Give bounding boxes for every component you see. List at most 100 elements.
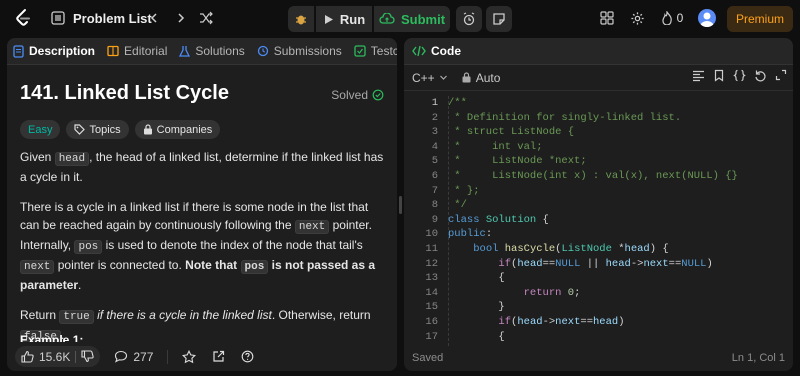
editor-status-bar: Saved Ln 1, Col 1	[404, 345, 793, 371]
companies-tag[interactable]: Companies	[134, 120, 221, 139]
run-label: Run	[339, 11, 366, 27]
code-text: * ListNode *next;	[448, 155, 587, 168]
line-number: 5	[431, 155, 438, 168]
comments-button[interactable]: 277	[114, 350, 153, 364]
inline-code: next	[294, 220, 330, 234]
streak-counter[interactable]: 0	[657, 8, 687, 28]
text-run: .	[78, 278, 82, 292]
align-left-icon	[692, 69, 705, 82]
line-number: 9	[431, 213, 438, 226]
tag-icon	[74, 124, 86, 135]
star-icon	[182, 349, 197, 364]
expand-button[interactable]	[775, 69, 787, 82]
cursor-position: Ln 1, Col 1	[731, 352, 785, 364]
tab-editorial[interactable]: Editorial	[101, 38, 173, 65]
previous-problem-button[interactable]	[144, 8, 164, 28]
auto-mode-toggle[interactable]: Auto	[462, 71, 500, 85]
layout-button[interactable]	[597, 8, 617, 28]
shuffle-icon	[199, 11, 213, 25]
code-text: * };	[448, 184, 480, 197]
language-select[interactable]: C++	[412, 71, 448, 85]
gear-icon	[630, 11, 645, 26]
topics-tag[interactable]: Topics	[66, 120, 129, 139]
cloud-upload-icon	[379, 13, 395, 25]
line-number: 15	[425, 301, 438, 314]
check-circle-icon	[372, 89, 384, 101]
grid-layout-icon	[600, 11, 614, 25]
code-text: {	[448, 272, 505, 285]
settings-button[interactable]	[627, 8, 647, 28]
submit-button[interactable]: Submit	[374, 6, 450, 32]
like-button[interactable]: 15.6K	[21, 350, 70, 364]
line-number: 8	[431, 199, 438, 212]
timer-button[interactable]	[456, 6, 482, 32]
notes-button[interactable]	[486, 6, 512, 32]
random-problem-button[interactable]	[196, 8, 216, 28]
tab-solutions[interactable]: Solutions	[173, 38, 250, 65]
editor-scrollbar[interactable]	[785, 96, 791, 346]
line-number: 2	[431, 111, 438, 124]
code-text: * int val;	[448, 140, 543, 153]
problem-list-button[interactable]: Problem List	[51, 8, 152, 28]
solved-label: Solved	[331, 88, 368, 102]
braces-button[interactable]	[733, 69, 746, 82]
tab-description[interactable]: Description	[7, 38, 101, 65]
tab-description-label: Description	[29, 44, 96, 58]
save-status: Saved	[412, 352, 444, 364]
user-avatar[interactable]	[698, 9, 716, 27]
tab-submissions-label: Submissions	[273, 44, 342, 58]
code-text: */	[448, 199, 467, 212]
description-panel: Description Editorial Solutions Submissi…	[7, 38, 397, 371]
problem-title: 141. Linked List Cycle	[20, 82, 229, 104]
bug-icon	[294, 12, 308, 26]
bookmark-icon	[713, 69, 725, 82]
premium-button[interactable]: Premium	[727, 6, 793, 32]
code-text: return 0;	[523, 286, 581, 299]
difficulty-badge: Easy	[20, 120, 61, 139]
leetcode-logo-icon[interactable]	[13, 8, 33, 28]
footer-divider	[167, 349, 169, 364]
line-number: 3	[431, 126, 438, 139]
next-problem-button[interactable]	[171, 8, 191, 28]
line-number: 12	[425, 257, 438, 270]
help-button[interactable]	[241, 350, 254, 363]
question-circle-icon	[241, 350, 254, 363]
line-number: 4	[431, 140, 438, 153]
line-number: 6	[431, 170, 438, 182]
thumbs-down-icon	[81, 350, 95, 363]
code-panel: Code C++ Auto 1 /** 2 * Definition for si…	[404, 38, 793, 371]
debug-button[interactable]	[288, 6, 314, 32]
tab-testcase-label: Testcas	[370, 44, 397, 58]
share-button[interactable]	[212, 350, 225, 363]
chevron-down-icon	[439, 73, 448, 82]
description-paragraph: Given head, the head of a linked list, d…	[20, 148, 385, 186]
alarm-clock-icon	[462, 12, 476, 26]
code-text: /**	[448, 97, 467, 109]
reset-button[interactable]	[754, 69, 767, 82]
line-number: 10	[425, 228, 438, 241]
run-button[interactable]: Run	[316, 6, 372, 32]
chevron-left-icon	[148, 12, 160, 24]
format-button[interactable]	[692, 69, 705, 82]
comment-icon	[114, 350, 128, 363]
code-text: * ListNode(int x) : val(x), next(NULL) {…	[448, 170, 738, 182]
text-run: is used to denote the index of the node …	[102, 238, 363, 252]
editor-toolbar: C++ Auto	[404, 65, 793, 91]
tab-editorial-label: Editorial	[124, 44, 168, 58]
favorite-button[interactable]	[182, 349, 197, 364]
tab-testcase[interactable]: Testcas	[348, 38, 397, 65]
comment-count: 277	[133, 349, 154, 364]
code-text: if(head==NULL || head->next==NULL)	[498, 257, 713, 270]
fire-icon	[661, 11, 673, 25]
tab-submissions[interactable]: Submissions	[251, 38, 348, 65]
panel-resize-handle[interactable]	[399, 196, 402, 214]
lock-icon	[143, 124, 153, 135]
bold-text: Note that	[185, 258, 241, 272]
bookmark-button[interactable]	[713, 69, 725, 82]
code-brackets-icon	[412, 45, 426, 57]
left-tab-bar: Description Editorial Solutions Submissi…	[7, 38, 397, 65]
text-run: . Otherwise, return	[271, 308, 371, 322]
inline-code: head	[54, 152, 90, 166]
dislike-button[interactable]	[81, 350, 95, 363]
line-number: 11	[425, 243, 438, 255]
